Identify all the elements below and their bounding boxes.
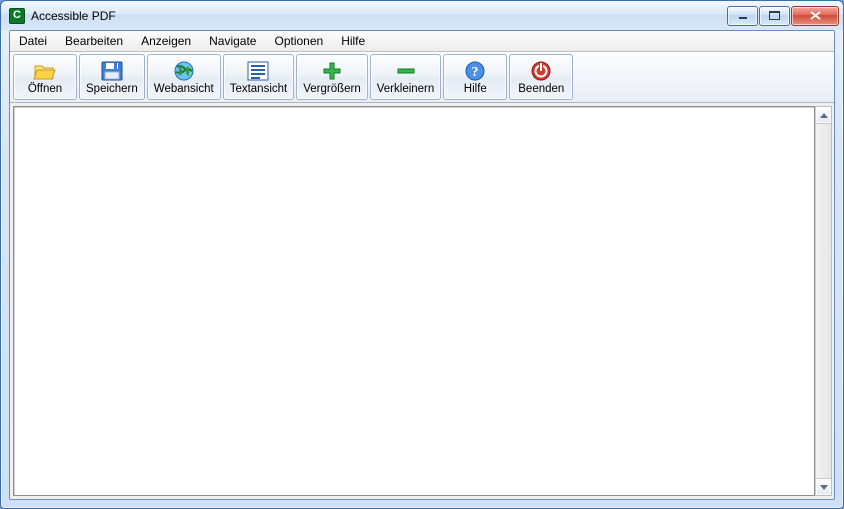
text-view-icon (246, 60, 270, 82)
svg-text:?: ? (472, 65, 479, 80)
zoom-in-button[interactable]: Vergrößern (296, 54, 368, 100)
menu-datei[interactable]: Datei (10, 31, 56, 51)
vertical-scrollbar[interactable] (815, 106, 832, 496)
minimize-button[interactable] (727, 6, 758, 26)
app-icon: C (9, 8, 25, 24)
scroll-track[interactable] (816, 124, 831, 478)
menu-anzeigen[interactable]: Anzeigen (132, 31, 200, 51)
minus-icon (394, 60, 418, 82)
menu-navigate[interactable]: Navigate (200, 31, 265, 51)
webview-button[interactable]: Webansicht (147, 54, 221, 100)
menu-label: Datei (19, 34, 47, 48)
menu-hilfe[interactable]: Hilfe (332, 31, 374, 51)
plus-icon (320, 60, 344, 82)
menu-label: Hilfe (341, 34, 365, 48)
zoom-out-button[interactable]: Verkleinern (370, 54, 442, 100)
tool-label: Hilfe (464, 83, 487, 95)
close-icon (810, 11, 821, 20)
tool-label: Textansicht (230, 83, 288, 95)
maximize-button[interactable] (759, 6, 790, 26)
menu-label: Navigate (209, 34, 256, 48)
scroll-down-button[interactable] (816, 478, 831, 495)
menu-label: Optionen (274, 34, 323, 48)
tool-label: Vergrößern (303, 83, 361, 95)
help-icon: ? (463, 60, 487, 82)
chevron-down-icon (820, 485, 828, 490)
client-area: Datei Bearbeiten Anzeigen Navigate Optio… (9, 30, 835, 500)
titlebar[interactable]: C Accessible PDF (1, 1, 843, 30)
menu-label: Bearbeiten (65, 34, 123, 48)
save-button[interactable]: Speichern (79, 54, 145, 100)
maximize-icon (769, 11, 780, 20)
scroll-up-button[interactable] (816, 107, 831, 124)
content-wrap (10, 103, 834, 499)
help-button[interactable]: ? Hilfe (443, 54, 507, 100)
menu-label: Anzeigen (141, 34, 191, 48)
toolbar: Öffnen Speichern Webansicht Textansicht (10, 52, 834, 103)
close-button[interactable] (791, 6, 839, 26)
menubar: Datei Bearbeiten Anzeigen Navigate Optio… (10, 31, 834, 52)
tool-label: Webansicht (154, 83, 214, 95)
open-button[interactable]: Öffnen (13, 54, 77, 100)
tool-label: Speichern (86, 83, 138, 95)
minimize-icon (738, 12, 748, 20)
save-icon (100, 60, 124, 82)
tool-label: Öffnen (28, 83, 62, 95)
menu-bearbeiten[interactable]: Bearbeiten (56, 31, 132, 51)
document-area[interactable] (13, 106, 815, 496)
window-controls (727, 6, 841, 26)
tool-label: Beenden (518, 83, 564, 95)
chevron-up-icon (820, 113, 828, 118)
power-icon (529, 60, 553, 82)
menu-optionen[interactable]: Optionen (265, 31, 332, 51)
folder-open-icon (33, 60, 57, 82)
exit-button[interactable]: Beenden (509, 54, 573, 100)
textview-button[interactable]: Textansicht (223, 54, 295, 100)
window-title: Accessible PDF (31, 9, 116, 23)
globe-icon (172, 60, 196, 82)
tool-label: Verkleinern (377, 83, 435, 95)
app-window: C Accessible PDF Datei Bearbeiten Anzeig… (0, 0, 844, 509)
